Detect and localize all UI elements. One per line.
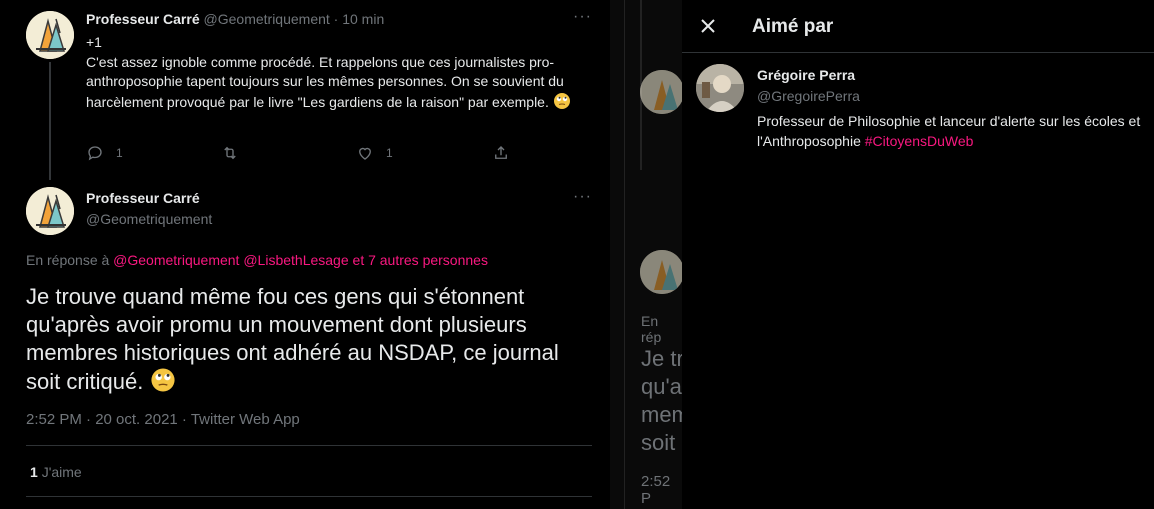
tweet-body: Je trouve quand même fou ces gens qui s'…	[26, 284, 559, 394]
faded-text: Je tr qu'a mem soit	[641, 345, 682, 457]
user-handle[interactable]: @GregoirePerra	[757, 88, 860, 104]
divider	[26, 445, 592, 446]
user-bio: Professeur de Philosophie et lanceur d'a…	[757, 111, 1152, 151]
thread-connector	[49, 62, 51, 180]
like-icon	[359, 147, 371, 160]
divider	[26, 496, 592, 497]
modal-header: Aimé par	[682, 0, 1154, 53]
mention-others-link[interactable]: et 7 autres personnes	[353, 252, 488, 268]
avatar-image	[640, 250, 682, 294]
background-thread-faded: En rép Je tr qu'a mem soit 2:52 P	[610, 0, 682, 509]
avatar-image	[26, 187, 74, 235]
author-name[interactable]: Professeur Carré	[86, 190, 200, 206]
avatar[interactable]	[26, 11, 74, 59]
share-button[interactable]	[492, 144, 510, 162]
likes-count: 1	[30, 464, 38, 480]
author-handle[interactable]: @Geometriquement	[86, 211, 212, 227]
modal-title: Aimé par	[752, 16, 834, 37]
faded-meta: 2:52 P	[641, 473, 671, 507]
tweet-thread: Professeur Carré @Geometriquement · 10 m…	[0, 0, 610, 509]
close-icon	[701, 19, 715, 33]
tweet-meta[interactable]: 2:52 PM · 20 oct. 2021 · Twitter Web App	[26, 411, 300, 428]
faded-line: soit	[641, 430, 676, 455]
more-icon[interactable]: ···	[573, 8, 592, 26]
likes-label: J'aime	[41, 464, 82, 480]
mention-link[interactable]: @Geometriquement	[113, 252, 239, 268]
tweet-header: Professeur Carré @Geometriquement · 10 m…	[86, 11, 384, 27]
faded-line: qu'a	[641, 374, 682, 399]
avatar	[640, 70, 682, 114]
mention-link[interactable]: @LisbethLesage	[243, 252, 348, 268]
close-button[interactable]	[696, 14, 720, 38]
faded-line: mem	[641, 402, 682, 427]
tweet-main-text: Je trouve quand même fou ces gens qui s'…	[26, 283, 596, 400]
like-count: 1	[386, 146, 393, 160]
likes-summary[interactable]: 1 J'aime	[30, 464, 82, 480]
hashtag-link[interactable]: #CitoyensDuWeb	[865, 133, 974, 149]
reply-prefix: En réponse à	[26, 252, 114, 268]
retweet-icon	[224, 146, 236, 160]
user-name[interactable]: Grégoire Perra	[757, 67, 855, 83]
replying-to: En réponse à @Geometriquement @LisbethLe…	[26, 252, 488, 268]
like-button[interactable]: 1	[356, 144, 393, 162]
reply-icon	[88, 146, 102, 161]
emoji-eyeroll-icon	[553, 92, 571, 116]
author-handle-time[interactable]: @Geometriquement · 10 min	[204, 11, 385, 27]
liked-by-modal: Aimé par Grégoire Perra @GregoirePerra P…	[682, 0, 1154, 509]
user-avatar[interactable]	[696, 64, 744, 112]
emoji-eyeroll-icon	[150, 367, 176, 400]
column-border	[624, 0, 625, 509]
avatar	[640, 250, 682, 294]
tweet-line-first: +1	[86, 34, 102, 50]
tweet-body: C'est assez ignoble comme procédé. Et ra…	[86, 53, 564, 110]
avatar[interactable]	[26, 187, 74, 235]
faded-reply-to: En rép	[641, 313, 662, 345]
faded-line: Je tr	[641, 346, 682, 371]
reply-button[interactable]: 1	[86, 144, 123, 162]
avatar-image	[640, 70, 682, 114]
reply-count: 1	[116, 146, 123, 160]
share-icon	[495, 146, 507, 159]
user-avatar-image	[696, 64, 744, 112]
avatar-image	[26, 11, 74, 59]
retweet-button[interactable]	[221, 144, 239, 162]
more-icon[interactable]: ···	[573, 188, 592, 206]
tweet-text: +1 C'est assez ignoble comme procédé. Et…	[86, 33, 586, 115]
author-name[interactable]: Professeur Carré	[86, 11, 200, 27]
